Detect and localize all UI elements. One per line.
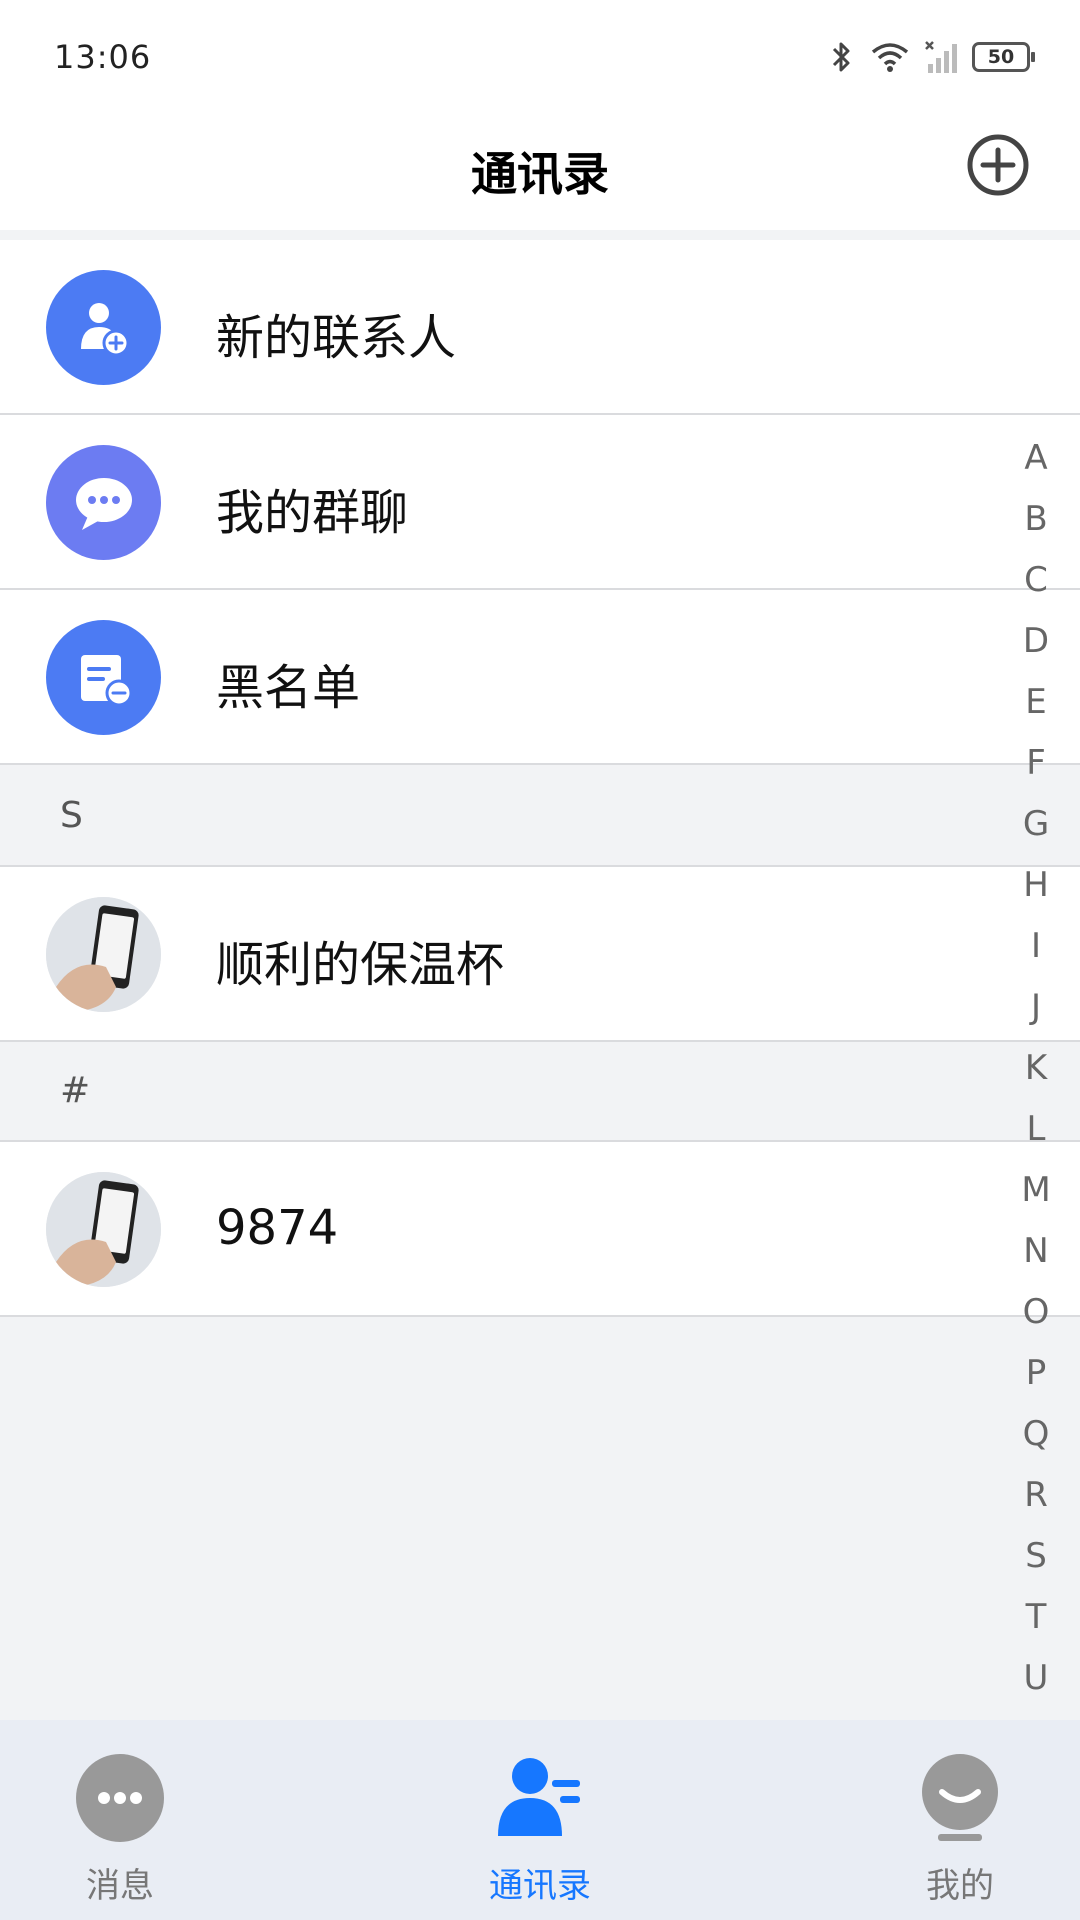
phone-photo-avatar: [46, 1172, 161, 1287]
section-header-hash: #: [0, 1042, 1080, 1142]
index-letter[interactable]: J: [1031, 977, 1041, 1038]
index-letter[interactable]: S: [1025, 1526, 1047, 1587]
index-letter[interactable]: C: [1024, 550, 1048, 611]
plus-circle-icon[interactable]: [966, 133, 1030, 197]
index-letter[interactable]: M: [1021, 1160, 1050, 1221]
wifi-icon: [871, 43, 909, 72]
contact-row[interactable]: 9874: [0, 1142, 1080, 1317]
my-groups-item[interactable]: 我的群聊: [0, 415, 1080, 590]
section-header-s: S: [0, 767, 1080, 867]
my-groups-label: 我的群聊: [216, 485, 409, 541]
index-letter[interactable]: K: [1025, 1038, 1047, 1099]
index-letter[interactable]: G: [1023, 794, 1049, 855]
add-user-icon: [46, 270, 161, 385]
bluetooth-icon: [832, 42, 850, 72]
new-contacts-item[interactable]: 新的联系人: [0, 240, 1080, 415]
contact-name: 顺利的保温杯: [216, 937, 505, 993]
battery-level: 50: [987, 46, 1015, 68]
index-letter[interactable]: H: [1023, 855, 1049, 916]
tab-label: 我的: [926, 1866, 994, 1906]
alphabet-index[interactable]: ABCDEFGHIJKLMNOPQRSTU: [1014, 428, 1058, 1709]
profile-icon: [922, 1754, 998, 1841]
blacklist-item[interactable]: 黑名单: [0, 590, 1080, 765]
battery-icon: 50: [972, 42, 1035, 72]
blacklist-label: 黑名单: [216, 660, 361, 716]
index-letter[interactable]: E: [1025, 672, 1046, 733]
tab-messages[interactable]: 消息: [30, 1752, 210, 1907]
index-letter[interactable]: I: [1031, 916, 1041, 977]
chat-bubble-icon: [46, 445, 161, 560]
tab-contacts[interactable]: 通讯录: [450, 1752, 630, 1907]
tab-label: 消息: [86, 1866, 154, 1906]
section-letter: #: [60, 1070, 91, 1111]
index-letter[interactable]: R: [1024, 1465, 1048, 1526]
index-letter[interactable]: N: [1023, 1221, 1048, 1282]
index-letter[interactable]: U: [1024, 1648, 1049, 1709]
index-letter[interactable]: O: [1023, 1282, 1050, 1343]
index-letter[interactable]: T: [1026, 1587, 1047, 1648]
contact-row[interactable]: 顺利的保温杯: [0, 867, 1080, 1042]
index-letter[interactable]: D: [1023, 611, 1049, 672]
index-letter[interactable]: L: [1027, 1099, 1046, 1160]
page-title: 通讯录: [471, 147, 609, 201]
status-time: 13:06: [54, 38, 152, 76]
tab-label: 通讯录: [489, 1866, 591, 1906]
section-letter: S: [60, 795, 83, 836]
index-letter[interactable]: P: [1026, 1343, 1047, 1404]
index-letter[interactable]: Q: [1023, 1404, 1050, 1465]
status-bar: 13:06 50: [0, 0, 1080, 110]
blacklist-icon: [46, 620, 161, 735]
contacts-icon: [498, 1758, 580, 1836]
index-letter[interactable]: F: [1026, 733, 1046, 794]
index-letter[interactable]: A: [1024, 428, 1047, 489]
bottom-tab-bar: 消息 通讯录 我的: [0, 1720, 1080, 1920]
phone-photo-avatar: [46, 897, 161, 1012]
index-letter[interactable]: B: [1024, 489, 1047, 550]
page-header: 通讯录: [0, 110, 1080, 230]
message-icon: [76, 1754, 164, 1842]
status-icons: 50: [828, 40, 1035, 74]
signal-icon: [925, 41, 957, 73]
contact-name: 9874: [216, 1200, 339, 1256]
new-contacts-label: 新的联系人: [216, 310, 457, 366]
contacts-screen: 13:06 50 通讯录 新的联系人 我的群聊 黑名单 S 顺利的保温杯 # 9…: [0, 0, 1080, 1920]
tab-profile[interactable]: 我的: [870, 1752, 1050, 1907]
